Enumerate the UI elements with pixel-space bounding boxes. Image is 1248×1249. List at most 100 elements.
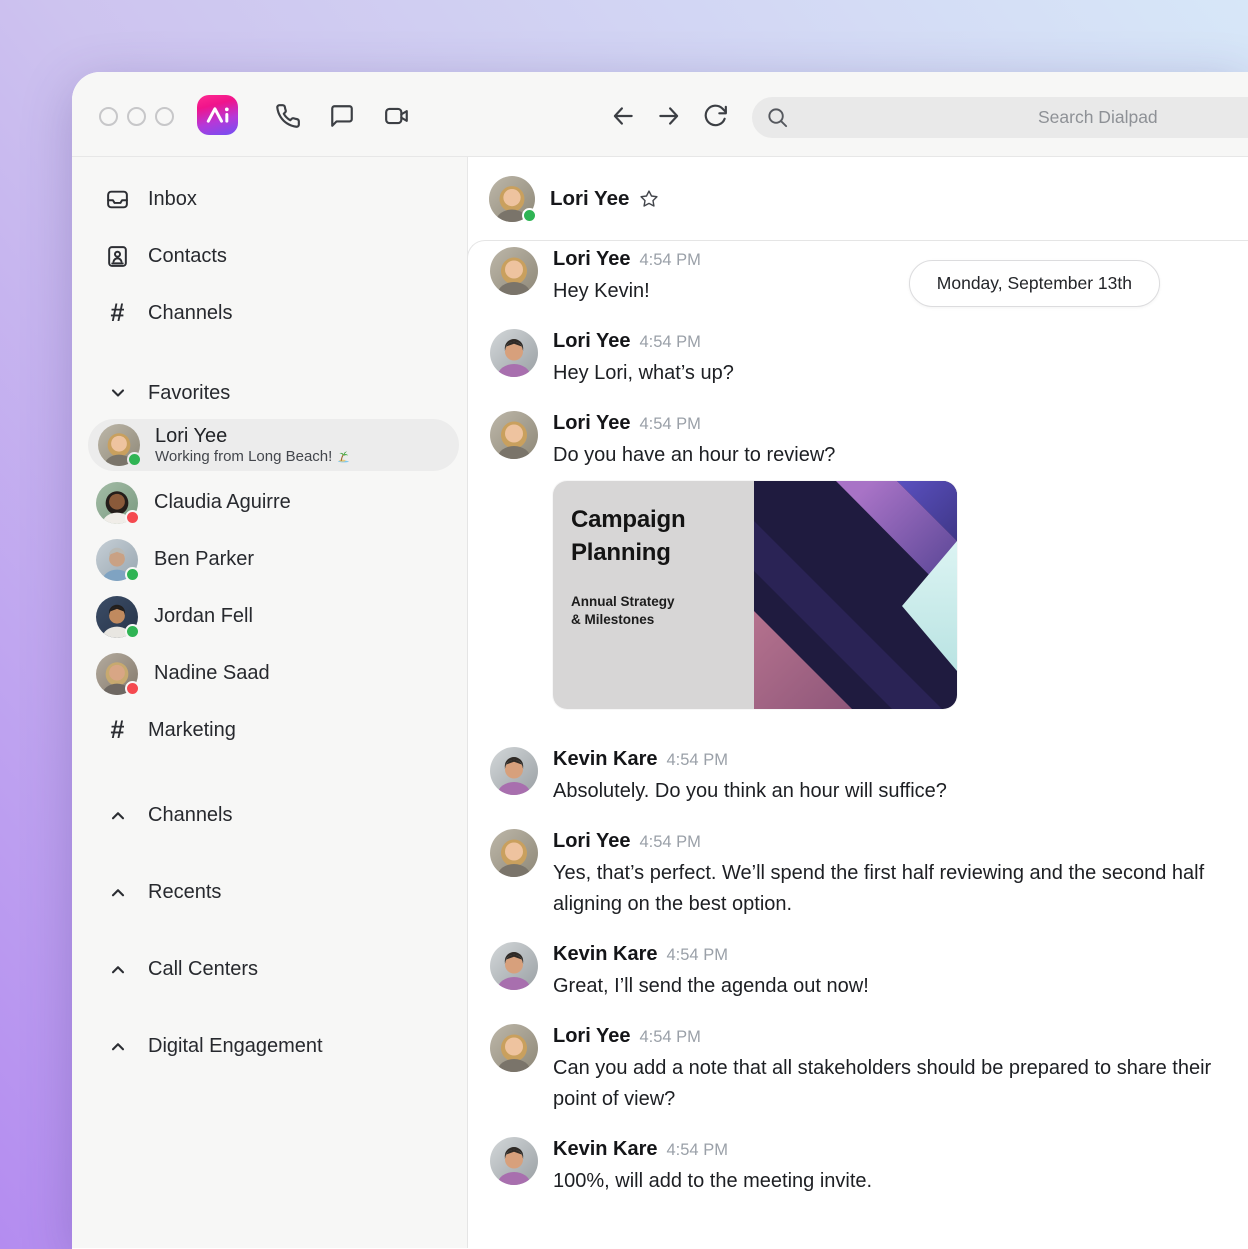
favorite-name: Claudia Aguirre [154,491,291,514]
avatar [96,596,138,638]
favorite-star-icon[interactable] [639,189,659,209]
message-row: Lori Yee4:54 PMDo you have an hour to re… [490,411,1220,725]
avatar [490,829,538,877]
search-input[interactable] [752,97,1248,138]
window-minimize-button[interactable] [127,107,146,126]
dialpad-ai-logo [197,95,238,135]
favorite-name: Lori Yee [155,425,351,448]
favorite-item-channel[interactable]: # Marketing [72,702,467,759]
contact-card-icon [105,244,130,269]
presence-dot [125,567,140,582]
message-text: Can you add a note that all stakeholders… [553,1053,1218,1115]
app-window: Inbox Contacts # Channels Favorites [72,72,1248,1249]
video-icon[interactable] [384,103,410,129]
chat-header: Lori Yee [468,157,1248,240]
message-author: Kevin Kare [553,942,658,967]
avatar [96,653,138,695]
hash-icon: # [105,299,130,328]
toolbar [72,72,1248,157]
collapsed-sections: Channels Recents Call Centers Digital En… [72,777,467,1085]
inbox-icon [105,187,130,212]
sidebar-item-label: Inbox [148,188,197,211]
message-timestamp: 4:54 PM [639,830,700,855]
sidebar: Inbox Contacts # Channels Favorites [72,157,468,1248]
chevron-down-icon [108,383,128,403]
message-row: Kevin Kare4:54 PMAbsolutely. Do you thin… [490,747,1220,807]
presence-dot [125,681,140,696]
section-label: Channels [148,804,233,827]
message-list: Monday, September 13th Lori Yee 4:54 PM He… [467,240,1248,1248]
favorite-item[interactable]: Jordan Fell [72,588,467,645]
sidebar-section-recents[interactable]: Recents [72,854,467,931]
presence-dot [522,208,537,223]
attachment-artwork [754,481,957,709]
message-author: Lori Yee [553,329,630,354]
avatar [490,411,538,459]
attachment-subtitle: Annual Strategy & Milestones [571,593,738,629]
avatar-photo [490,829,538,877]
sidebar-item-contacts[interactable]: Contacts [72,228,467,285]
message-row: Lori Yee4:54 PMCan you add a note that a… [490,1024,1220,1115]
avatar-photo [490,1137,538,1185]
message-row: Lori Yee 4:54 PM Yes, that’s perfect. We’l… [490,829,1220,920]
message-author: Kevin Kare [553,1137,658,1162]
chevron-up-icon [108,1037,128,1057]
chevron-up-icon [108,806,128,826]
messages-icon[interactable] [329,103,355,129]
sidebar-item-inbox[interactable]: Inbox [72,171,467,228]
avatar-photo [490,329,538,377]
sidebar-item-label: Contacts [148,245,227,268]
avatar-photo [490,1024,538,1072]
avatar [489,176,535,222]
avatar-photo [490,942,538,990]
chevron-up-icon [108,960,128,980]
favorite-item[interactable]: Nadine Saad [72,645,467,702]
message-text: Yes, that’s perfect. We’ll spend the fir… [553,858,1218,920]
presence-dot [125,624,140,639]
favorite-item[interactable]: Claudia Aguirre [72,474,467,531]
back-icon[interactable] [610,103,636,129]
sidebar-item-channels[interactable]: # Channels [72,285,467,342]
message-timestamp: 4:54 PM [667,943,728,968]
message-row: Lori Yee 4:54 PM Hey Lori, what’s up? [490,329,1220,389]
phone-icon[interactable] [275,103,301,129]
favorites-section-header[interactable]: Favorites [72,368,467,418]
date-banner: Monday, September 13th [909,260,1160,307]
message-row: Kevin Kare 4:54 PM Great, I’ll send the ag… [490,942,1220,1002]
attachment-card[interactable]: Campaign PlanningAnnual Strategy & Miles… [553,481,957,709]
favorite-item-selected[interactable]: Lori YeeWorking from Long Beach! [88,419,459,471]
message-timestamp: 4:54 PM [667,1138,728,1163]
refresh-icon[interactable] [702,103,728,129]
section-label: Favorites [148,382,230,405]
avatar-photo [490,747,538,795]
favorites-list: Lori YeeWorking from Long Beach! Claudia… [72,419,467,759]
chat-title: Lori Yee [550,187,629,211]
message-timestamp: 4:54 PM [667,748,728,773]
sidebar-section-digital-engagement[interactable]: Digital Engagement [72,1008,467,1085]
avatar [490,1137,538,1185]
avatar [490,1024,538,1072]
window-close-button[interactable] [99,107,118,126]
forward-icon[interactable] [656,103,682,129]
search-bar [752,97,1248,138]
avatar [96,539,138,581]
message-author: Kevin Kare [553,747,658,772]
status-message: Working from Long Beach! [155,448,351,466]
favorite-name: Jordan Fell [154,605,253,628]
favorite-item[interactable]: Ben Parker [72,531,467,588]
message-author: Lori Yee [553,829,630,854]
sidebar-section-channels[interactable]: Channels [72,777,467,854]
message-text: Great, I’ll send the agenda out now! [553,971,1218,1002]
window-zoom-button[interactable] [155,107,174,126]
avatar [490,329,538,377]
campaign-card-art [754,481,957,709]
message-author: Lori Yee [553,411,630,436]
message-timestamp: 4:54 PM [639,330,700,355]
message-timestamp: 4:54 PM [639,1025,700,1050]
message-timestamp: 4:54 PM [639,412,700,437]
message-text: Hey Lori, what’s up? [553,358,1218,389]
avatar [490,942,538,990]
palm-island-icon [336,449,351,464]
section-label: Digital Engagement [148,1035,323,1058]
sidebar-section-call-centers[interactable]: Call Centers [72,931,467,1008]
